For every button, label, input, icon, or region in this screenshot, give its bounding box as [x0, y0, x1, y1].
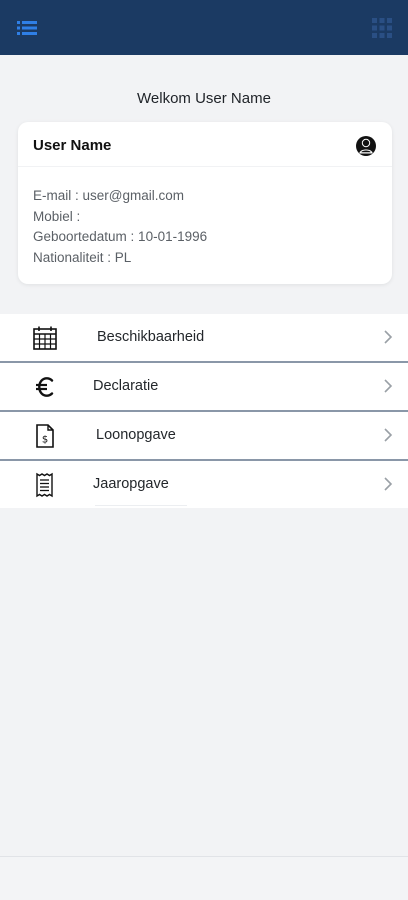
menu-item-jaaropgave[interactable]: Jaaropgave [0, 461, 408, 508]
menu-label-jaaropgave: Jaaropgave [93, 476, 169, 492]
profile-card: User Name E-mail : user@gmail.com Mobiel… [18, 122, 392, 284]
chevron-right-icon [384, 330, 393, 344]
app-root: Welkom User Name User Name E-mail : user… [0, 0, 408, 900]
apps-button[interactable] [370, 16, 394, 40]
chevron-right-icon [384, 477, 393, 491]
card-divider [18, 166, 392, 167]
nationality-line: Nationaliteit : PL [33, 249, 132, 265]
user-circle-icon[interactable] [354, 134, 378, 158]
menu-item-loonopgave[interactable]: $ Loonopgave [0, 412, 408, 459]
chevron-right-icon [384, 428, 393, 442]
menu-item-beschikbaarheid[interactable]: Beschikbaarheid [0, 314, 408, 361]
grid-icon [372, 18, 392, 38]
menu-label-declaratie: Declaratie [93, 378, 159, 394]
top-bar [0, 0, 408, 55]
decorative-underline [95, 505, 187, 506]
calendar-icon [32, 325, 58, 351]
menu-label-loonopgave: Loonopgave [96, 427, 176, 443]
profile-details: E-mail : user@gmail.com Mobiel : Geboort… [33, 186, 207, 268]
birthdate-line: Geboortedatum : 10-01-1996 [33, 229, 208, 244]
menu-list: Beschikbaarheid Declaratie $ Loonopgave … [0, 314, 408, 508]
euro-icon [32, 374, 58, 400]
welcome-text: Welkom User Name [137, 90, 271, 107]
list-icon [17, 21, 37, 35]
svg-text:$: $ [42, 435, 48, 446]
email-line: E-mail : user@gmail.com [33, 188, 184, 203]
chevron-right-icon [384, 379, 393, 393]
menu-item-declaratie[interactable]: Declaratie [0, 363, 408, 410]
profile-name: User Name [33, 137, 112, 154]
receipt-icon [32, 472, 58, 498]
mobile-line: Mobiel : [33, 208, 81, 224]
footer-bar [0, 857, 408, 900]
menu-button[interactable] [14, 17, 40, 39]
menu-label-beschikbaarheid: Beschikbaarheid [97, 329, 205, 345]
document-dollar-icon: $ [32, 423, 58, 449]
